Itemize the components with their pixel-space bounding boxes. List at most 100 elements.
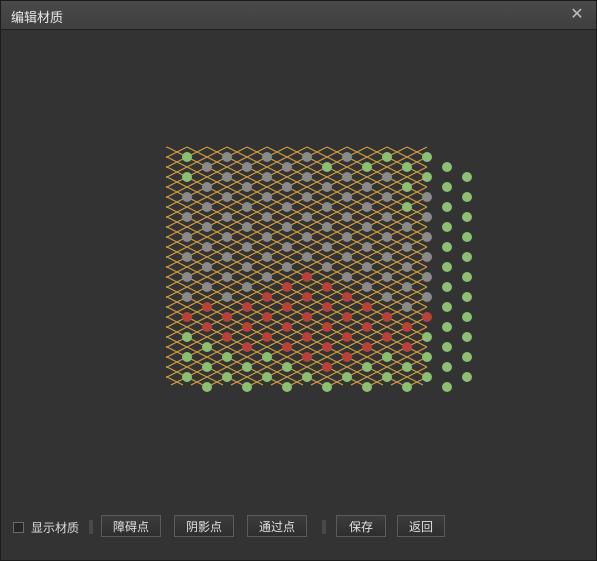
- grid-point[interactable]: [222, 312, 232, 322]
- grid-point[interactable]: [422, 352, 432, 362]
- grid-point[interactable]: [242, 302, 252, 312]
- grid-point[interactable]: [242, 382, 252, 392]
- grid-point[interactable]: [422, 332, 432, 342]
- grid-point[interactable]: [342, 192, 352, 202]
- grid-point[interactable]: [402, 382, 412, 392]
- grid-point[interactable]: [442, 362, 452, 372]
- grid-point[interactable]: [302, 272, 312, 282]
- grid-point[interactable]: [402, 162, 412, 172]
- grid-point[interactable]: [282, 282, 292, 292]
- grid-point[interactable]: [442, 162, 452, 172]
- grid-point[interactable]: [182, 252, 192, 262]
- grid-point[interactable]: [342, 252, 352, 262]
- grid-point[interactable]: [322, 362, 332, 372]
- grid-point[interactable]: [222, 352, 232, 362]
- grid-point[interactable]: [402, 182, 412, 192]
- grid-point[interactable]: [462, 172, 472, 182]
- grid-point[interactable]: [242, 322, 252, 332]
- grid-point[interactable]: [322, 302, 332, 312]
- grid-point[interactable]: [302, 172, 312, 182]
- grid-point[interactable]: [342, 312, 352, 322]
- grid-point[interactable]: [322, 222, 332, 232]
- grid-point[interactable]: [262, 352, 272, 362]
- grid-point[interactable]: [242, 242, 252, 252]
- grid-point[interactable]: [222, 372, 232, 382]
- grid-point[interactable]: [322, 262, 332, 272]
- grid-point[interactable]: [202, 342, 212, 352]
- grid-point[interactable]: [362, 242, 372, 252]
- grid-point[interactable]: [242, 342, 252, 352]
- grid-point[interactable]: [322, 202, 332, 212]
- grid-point[interactable]: [382, 292, 392, 302]
- grid-point[interactable]: [182, 352, 192, 362]
- checkbox-box[interactable]: [13, 521, 24, 533]
- grid-point[interactable]: [342, 232, 352, 242]
- grid-point[interactable]: [322, 162, 332, 172]
- grid-point[interactable]: [442, 242, 452, 252]
- back-button[interactable]: 返回: [397, 515, 445, 537]
- grid-point[interactable]: [222, 252, 232, 262]
- save-button[interactable]: 保存: [336, 515, 386, 537]
- grid-point[interactable]: [342, 332, 352, 342]
- grid-point[interactable]: [202, 382, 212, 392]
- grid-point[interactable]: [262, 312, 272, 322]
- grid-point[interactable]: [402, 322, 412, 332]
- grid-point[interactable]: [422, 212, 432, 222]
- grid-point[interactable]: [362, 162, 372, 172]
- grid-point[interactable]: [262, 192, 272, 202]
- grid-point[interactable]: [262, 272, 272, 282]
- grid-point[interactable]: [442, 342, 452, 352]
- grid-point[interactable]: [282, 202, 292, 212]
- grid-point[interactable]: [362, 202, 372, 212]
- material-grid-canvas[interactable]: [3, 31, 594, 501]
- grid-point[interactable]: [322, 322, 332, 332]
- grid-point[interactable]: [302, 192, 312, 202]
- grid-point[interactable]: [262, 332, 272, 342]
- grid-point[interactable]: [322, 282, 332, 292]
- grid-point[interactable]: [202, 362, 212, 372]
- grid-point[interactable]: [362, 222, 372, 232]
- grid-point[interactable]: [282, 182, 292, 192]
- grid-point[interactable]: [422, 312, 432, 322]
- grid-point[interactable]: [242, 362, 252, 372]
- grid-point[interactable]: [282, 262, 292, 272]
- grid-point[interactable]: [382, 252, 392, 262]
- grid-point[interactable]: [182, 312, 192, 322]
- grid-point[interactable]: [422, 172, 432, 182]
- grid-point[interactable]: [282, 302, 292, 312]
- grid-point[interactable]: [202, 162, 212, 172]
- close-icon[interactable]: ✕: [568, 5, 586, 23]
- grid-point[interactable]: [442, 222, 452, 232]
- grid-point[interactable]: [422, 232, 432, 242]
- grid-point[interactable]: [382, 312, 392, 322]
- grid-point[interactable]: [242, 262, 252, 272]
- grid-point[interactable]: [442, 262, 452, 272]
- grid-point[interactable]: [422, 372, 432, 382]
- grid-point[interactable]: [462, 352, 472, 362]
- grid-point[interactable]: [362, 362, 372, 372]
- grid-point[interactable]: [342, 152, 352, 162]
- grid-point[interactable]: [282, 342, 292, 352]
- grid-point[interactable]: [282, 222, 292, 232]
- grid-point[interactable]: [442, 182, 452, 192]
- grid-point[interactable]: [222, 172, 232, 182]
- grid-point[interactable]: [422, 192, 432, 202]
- grid-point[interactable]: [382, 372, 392, 382]
- grid-point[interactable]: [262, 152, 272, 162]
- grid-point[interactable]: [402, 242, 412, 252]
- grid-point[interactable]: [242, 182, 252, 192]
- grid-point[interactable]: [242, 282, 252, 292]
- grid-point[interactable]: [422, 152, 432, 162]
- grid-point[interactable]: [382, 212, 392, 222]
- grid-point[interactable]: [462, 312, 472, 322]
- grid-point[interactable]: [342, 172, 352, 182]
- grid-point[interactable]: [302, 372, 312, 382]
- grid-point[interactable]: [382, 272, 392, 282]
- obstacle-point-button[interactable]: 障碍点: [101, 515, 161, 537]
- grid-point[interactable]: [202, 222, 212, 232]
- grid-point[interactable]: [222, 232, 232, 242]
- grid-point[interactable]: [402, 282, 412, 292]
- grid-point[interactable]: [342, 212, 352, 222]
- grid-point[interactable]: [462, 252, 472, 262]
- grid-point[interactable]: [442, 282, 452, 292]
